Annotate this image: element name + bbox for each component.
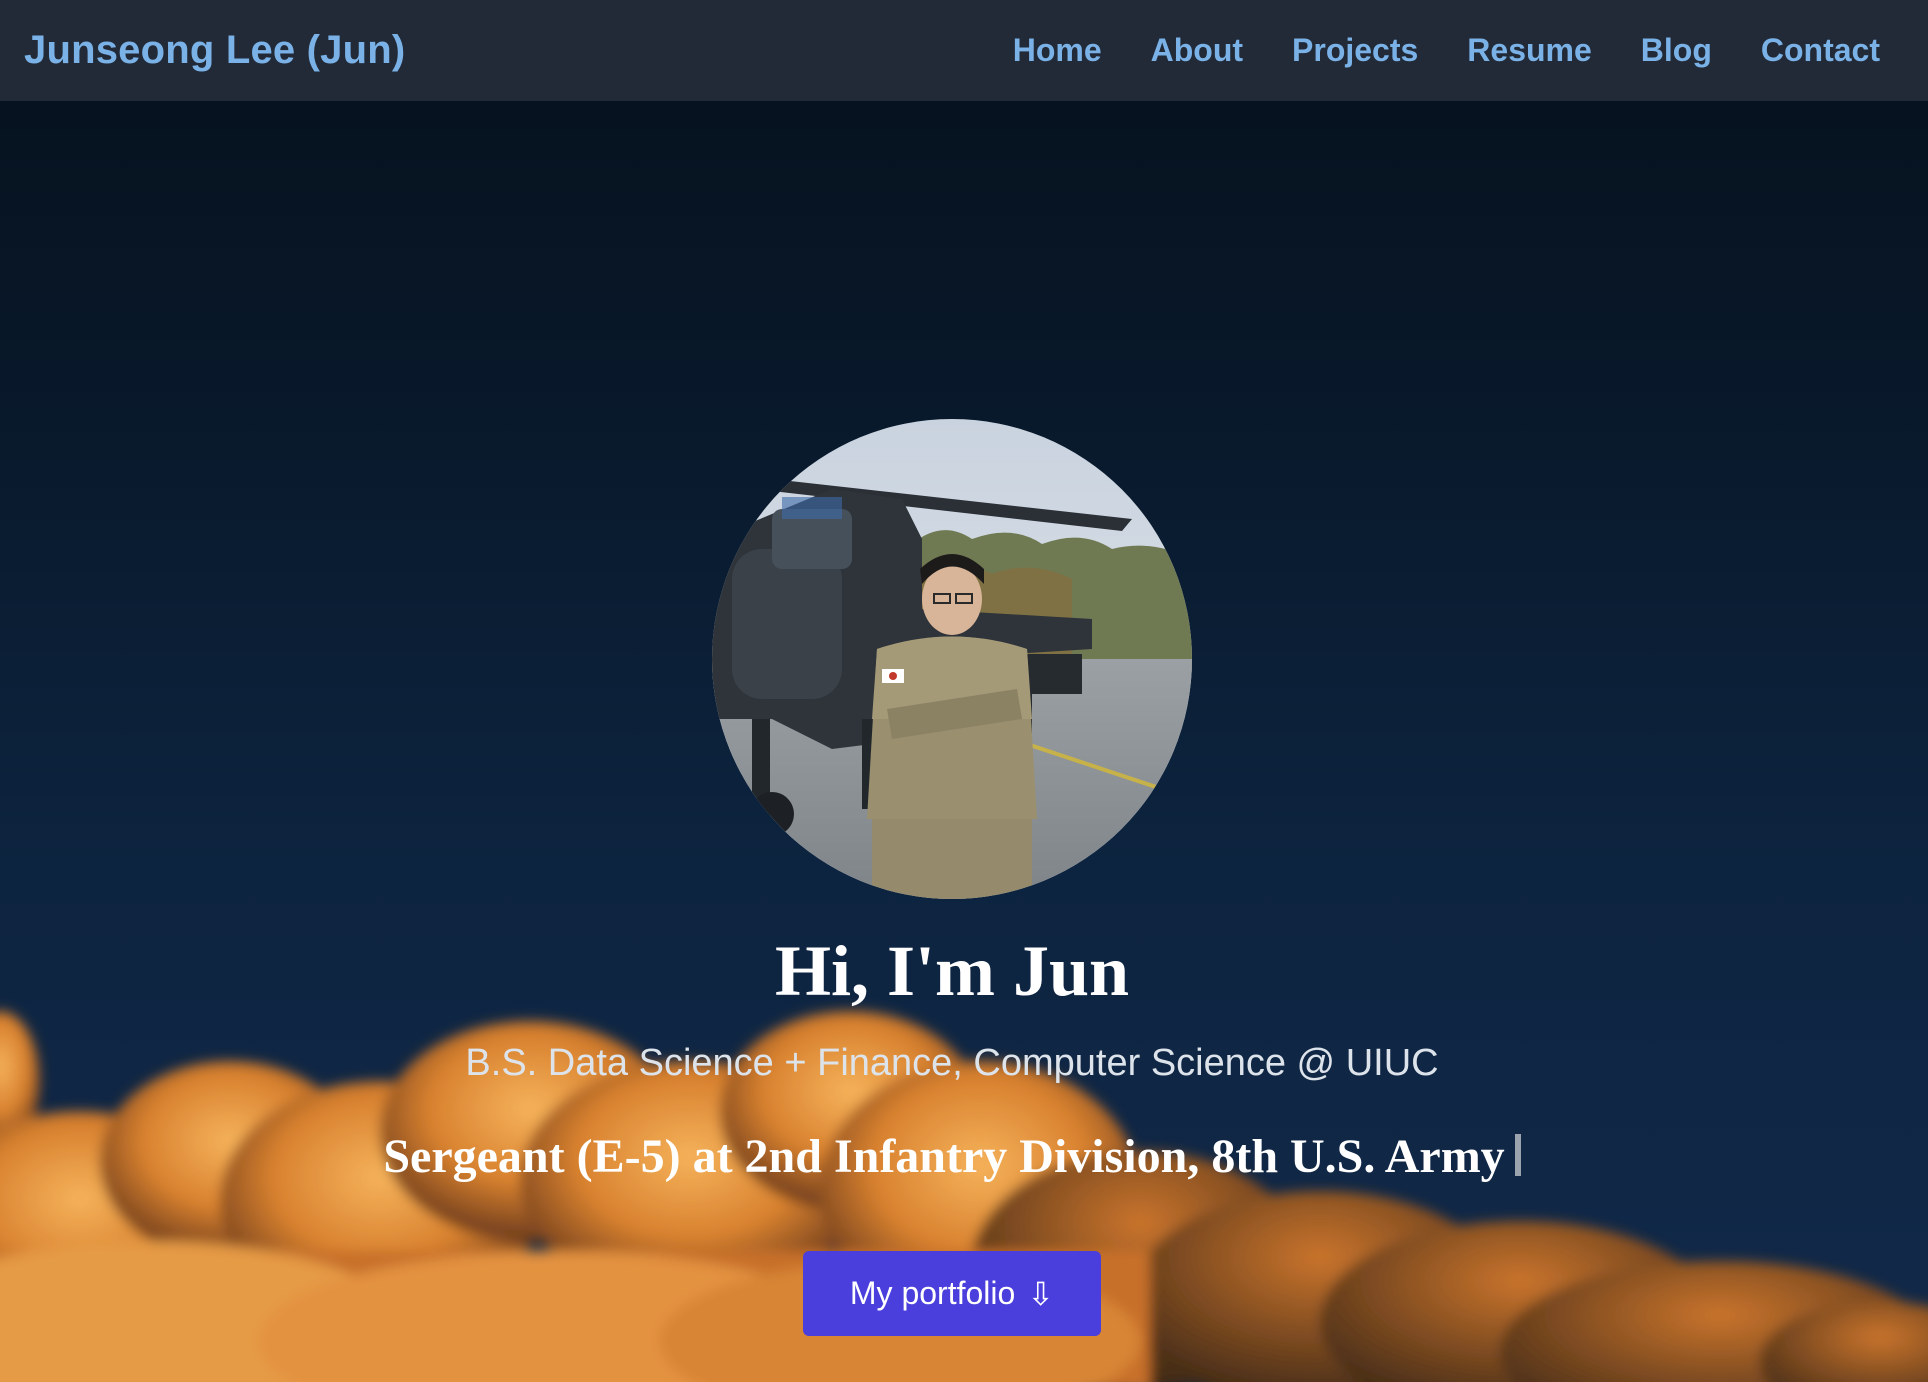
typing-cursor [1514,1134,1521,1176]
portfolio-button[interactable]: My portfolio ⇩ [803,1251,1101,1336]
hero-subtitle: B.S. Data Science + Finance, Computer Sc… [465,1042,1439,1084]
nav-links: Home About Projects Resume Blog Contact [1013,32,1880,69]
nav-link-projects[interactable]: Projects [1292,32,1418,69]
brand-link[interactable]: Junseong Lee (Jun) [24,28,405,73]
nav-link-resume[interactable]: Resume [1467,32,1592,69]
hero-title: Hi, I'm Jun [774,931,1130,1011]
typed-role-line: Sergeant (E-5) at 2nd Infantry Division,… [0,1127,1904,1187]
down-arrow-icon: ⇩ [1027,1275,1055,1312]
hero-section: Hi, I'm Jun B.S. Data Science + Finance,… [0,101,1928,1382]
typed-role-text: Sergeant (E-5) at 2nd Infantry Division,… [383,1130,1505,1183]
page: Junseong Lee (Jun) Home About Projects R… [0,0,1928,1382]
nav-link-home[interactable]: Home [1013,32,1102,69]
profile-photo [712,419,1192,899]
portfolio-button-label: My portfolio [849,1275,1016,1311]
nav-link-about[interactable]: About [1151,32,1243,69]
navbar: Junseong Lee (Jun) Home About Projects R… [0,0,1928,101]
hero-content: Hi, I'm Jun B.S. Data Science + Finance,… [0,101,1928,1382]
nav-link-blog[interactable]: Blog [1641,32,1712,69]
profile-photo-icon [712,419,1192,899]
nav-link-contact[interactable]: Contact [1761,32,1880,69]
